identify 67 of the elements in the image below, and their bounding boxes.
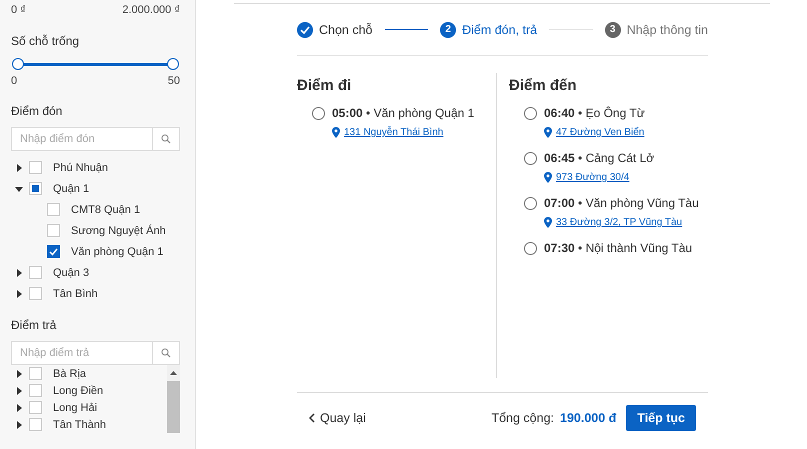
stop-label: 07:30 • Nội thành Vũng Tàu xyxy=(544,241,692,255)
address-link[interactable]: 33 Đường 3/2, TP Vũng Tàu xyxy=(556,217,682,228)
caret-icon[interactable] xyxy=(15,164,23,172)
step-number: 3 xyxy=(604,22,621,38)
tree-item-label[interactable]: Tân Bình xyxy=(53,288,98,300)
location-pin-icon xyxy=(544,127,552,138)
radio-button[interactable] xyxy=(524,106,537,120)
column-title: Điểm đến xyxy=(509,77,578,94)
caret-icon[interactable] xyxy=(15,268,23,276)
address-link[interactable]: 47 Đường Ven Biển xyxy=(556,127,644,138)
checkbox[interactable] xyxy=(47,245,60,258)
slider-handle[interactable] xyxy=(12,58,24,70)
tree-item-label[interactable]: Quận 1 xyxy=(53,182,90,194)
search-button[interactable] xyxy=(152,341,180,365)
column-title: Điểm đi xyxy=(297,77,352,94)
search-field[interactable]: Nhập điểm trả xyxy=(11,341,152,365)
search-icon xyxy=(161,348,171,358)
tree-item-label[interactable]: Long Hải xyxy=(53,402,98,414)
tree-item-label[interactable]: CMT8 Quận 1 xyxy=(71,204,140,216)
location-pin-icon xyxy=(332,127,340,138)
caret-icon[interactable] xyxy=(15,386,23,394)
location-pin-icon xyxy=(544,172,552,183)
tree-item-label[interactable]: Bà Rịa xyxy=(53,368,86,380)
price-max: 2.000.000 ₫ xyxy=(122,4,180,16)
range-max: 50 xyxy=(168,75,180,87)
address-link[interactable]: 131 Nguyễn Thái Bình xyxy=(344,127,444,138)
section-title: Điểm đón xyxy=(11,104,64,118)
tree-item-label[interactable]: Quận 3 xyxy=(53,266,90,278)
caret-icon[interactable] xyxy=(15,184,23,192)
stop-label: 06:45 • Cảng Cát Lở xyxy=(544,151,654,165)
slider-handle[interactable] xyxy=(167,58,179,70)
caret-icon[interactable] xyxy=(15,404,23,412)
back-button[interactable]: Quay lại xyxy=(309,411,366,425)
scrollbar[interactable] xyxy=(167,365,180,433)
chevron-left-icon xyxy=(309,413,315,423)
location-pin-icon xyxy=(544,217,552,228)
caret-icon[interactable] xyxy=(15,370,23,378)
search-icon xyxy=(161,134,171,144)
radio-button[interactable] xyxy=(524,242,537,254)
step-label: Nhập thông tin xyxy=(626,22,708,36)
stop-label: 06:40 • Ẹo Ông Từ xyxy=(544,106,645,120)
radio-button[interactable] xyxy=(524,196,537,210)
tree-item-label[interactable]: Long Điền xyxy=(53,384,104,396)
radio-button[interactable] xyxy=(312,106,325,120)
range-min: 0 xyxy=(11,75,18,87)
section-title: Số chỗ trống xyxy=(11,34,80,48)
caret-icon[interactable] xyxy=(15,290,23,298)
total-label: Tổng cộng: xyxy=(491,411,554,425)
step-label: Chọn chỗ xyxy=(319,22,373,36)
search-button[interactable] xyxy=(152,127,180,151)
tree-item-label[interactable]: Sương Nguyệt Ánh xyxy=(71,224,166,236)
tree-item-label[interactable]: Tân Thành xyxy=(53,418,106,430)
caret-icon[interactable] xyxy=(15,420,23,428)
total-price: 190.000 đ xyxy=(560,411,616,425)
section-title: Điểm trả xyxy=(11,318,58,332)
price-min: 0 ₫ xyxy=(11,4,26,16)
search-field[interactable]: Nhập điểm đón xyxy=(11,127,152,151)
address-link[interactable]: 973 Đường 30/4 xyxy=(556,172,630,183)
tree-item-label[interactable]: Văn phòng Quận 1 xyxy=(71,246,164,258)
stop-label: 07:00 • Văn phòng Vũng Tàu xyxy=(544,196,699,210)
step-label: Điểm đón, trả xyxy=(462,22,538,36)
stop-label: 05:00 • Văn phòng Quận 1 xyxy=(332,106,474,120)
tree-item-label[interactable]: Phú Nhuận xyxy=(53,162,108,174)
continue-button[interactable]: Tiếp tục xyxy=(626,405,696,431)
radio-button[interactable] xyxy=(524,152,537,164)
scroll-up-icon[interactable] xyxy=(170,371,177,375)
step-number: 2 xyxy=(440,22,456,38)
